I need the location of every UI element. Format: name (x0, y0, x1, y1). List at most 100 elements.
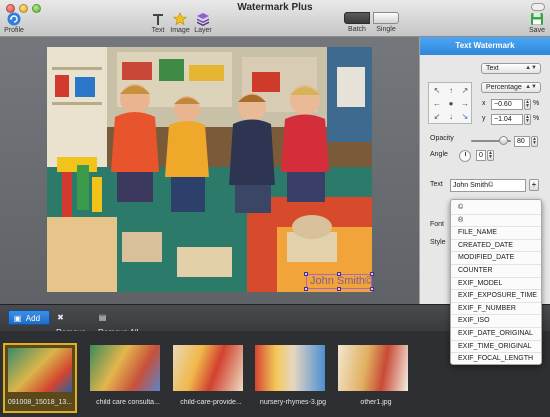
layers-icon (197, 13, 209, 26)
watermark-type-popup[interactable]: Text ▲▼ (481, 63, 541, 74)
save-button[interactable]: Save (528, 12, 546, 34)
thumbnail-item[interactable]: child care consulta... (90, 345, 160, 411)
menu-item-counter[interactable]: COUNTER (451, 265, 541, 278)
y-offset-field[interactable]: −1.04 (491, 114, 523, 125)
batch-mode-button[interactable]: Batch (342, 12, 372, 33)
menu-item-modified-date[interactable]: MODIFIED_DATE (451, 252, 541, 265)
camera-icon: ▣ (13, 314, 22, 323)
x-offset-field[interactable]: −0.60 (491, 99, 523, 110)
thumbnail-item[interactable]: 091008_15018_13... (3, 343, 77, 413)
canvas-area: John Smith© (0, 37, 419, 304)
font-label: Font (430, 221, 445, 228)
popup-arrows-icon: ▲▼ (525, 65, 537, 71)
thumbnail-image (90, 345, 160, 391)
thumbnail-image (255, 345, 325, 391)
opacity-field[interactable]: 80 (514, 136, 530, 147)
angle-stepper[interactable]: ▲ ▼ (487, 150, 494, 161)
window-title: Watermark Plus (237, 2, 313, 13)
image-label: Image (170, 27, 190, 34)
watermark-text-field[interactable]: John Smith© (450, 179, 526, 192)
y-unit: % (533, 115, 540, 122)
thumbnail-label: child care consulta... (96, 399, 160, 406)
thumbnail-item[interactable]: other1.jpg (338, 345, 408, 411)
position-top-right[interactable]: ↗ (459, 85, 471, 97)
opacity-slider[interactable] (471, 136, 511, 145)
thumbnail-label: other1.jpg (360, 399, 392, 406)
menu-item-exif-time-original[interactable]: EXIF_TIME_ORIGINAL (451, 341, 541, 354)
position-right[interactable]: → (459, 98, 471, 110)
save-icon (531, 13, 543, 25)
thumbnail-image (173, 345, 243, 391)
watermark-selection[interactable]: John Smith© (304, 272, 374, 291)
single-label: Single (376, 26, 396, 33)
add-button[interactable]: ▣ Add (8, 310, 50, 325)
thumbnail-label: nursery-rhymes-3.jpg (259, 399, 327, 406)
position-bottom[interactable]: ↓ (445, 111, 457, 123)
image-watermark-button[interactable]: Image (170, 12, 190, 34)
text-label: Text (430, 181, 443, 188)
text-label: Text (151, 27, 165, 34)
resize-handle[interactable] (337, 287, 341, 291)
opacity-slider-knob[interactable] (498, 136, 508, 145)
position-center[interactable]: ● (445, 98, 457, 110)
position-bottom-left[interactable]: ↙ (431, 111, 443, 123)
angle-label: Angle (430, 151, 448, 158)
app-window: Watermark Plus Profile Text Image Layer … (0, 0, 550, 417)
position-left[interactable]: ← (431, 98, 443, 110)
single-mode-button[interactable]: Single (371, 12, 401, 33)
profile-button[interactable]: Profile (3, 12, 25, 34)
popup-arrows-icon: ▲▼ (525, 84, 537, 90)
menu-item-exif-f-number[interactable]: EXIF_F_NUMBER (451, 303, 541, 316)
refresh-icon (7, 12, 21, 26)
preview-photo (47, 47, 372, 292)
insert-symbol-button[interactable]: + (529, 179, 539, 191)
resize-handle[interactable] (304, 287, 308, 291)
layer-button[interactable]: Layer (193, 12, 213, 34)
menu-item-exif-date-original[interactable]: EXIF_DATE_ORIGINAL (451, 328, 541, 341)
remove-all-button[interactable]: ▤ Remove All (94, 310, 144, 337)
x-label: x (482, 100, 486, 107)
position-unit-popup[interactable]: Percentage ▲▼ (481, 82, 541, 93)
menu-item-exif-exposure-time[interactable]: EXIF_EXPOSURE_TIME (451, 290, 541, 303)
angle-field[interactable]: 0 (476, 150, 486, 161)
menu-item-exif-model[interactable]: EXIF_MODEL (451, 278, 541, 291)
layer-label: Layer (194, 27, 212, 34)
thumbnail-label: 091008_15018_13... (7, 399, 73, 406)
opacity-label: Opacity (430, 135, 454, 142)
menu-item-exif-iso[interactable]: EXIF_ISO (451, 315, 541, 328)
insert-symbol-menu: © ® FILE_NAME CREATED_DATE MODIFIED_DATE… (450, 199, 542, 365)
x-icon: ✖ (57, 313, 64, 322)
x-offset-stepper[interactable]: ▲ ▼ (524, 99, 531, 110)
position-bottom-right[interactable]: ↘ (459, 111, 471, 123)
text-watermark-button[interactable]: Text (150, 12, 166, 34)
resize-handle[interactable] (337, 272, 341, 276)
batch-label: Batch (348, 26, 366, 33)
menu-item-registered[interactable]: ® (451, 215, 541, 228)
position-top[interactable]: ↑ (445, 85, 457, 97)
position-top-left[interactable]: ↖ (431, 85, 443, 97)
thumbnail-image (338, 345, 408, 391)
y-offset-stepper[interactable]: ▲ ▼ (524, 114, 531, 125)
toolbar-toggle-button[interactable] (531, 3, 545, 11)
menu-item-created-date[interactable]: CREATED_DATE (451, 240, 541, 253)
position-grid[interactable]: ↖ ↑ ↗ ← ● → ↙ ↓ ↘ (428, 82, 472, 124)
resize-handle[interactable] (370, 287, 374, 291)
resize-handle[interactable] (304, 272, 308, 276)
thumbnail-label: child-care-provide... (180, 399, 242, 406)
x-unit: % (533, 100, 540, 107)
toolbar: Watermark Plus Profile Text Image Layer … (0, 0, 550, 37)
thumbnail-image (8, 348, 72, 392)
angle-dial[interactable] (459, 150, 471, 162)
resize-handle[interactable] (370, 272, 374, 276)
save-label: Save (529, 27, 545, 34)
add-label: Add (25, 314, 41, 323)
thumbnail-item[interactable]: nursery-rhymes-3.jpg (255, 345, 326, 411)
trash-icon: ▤ (98, 313, 107, 322)
thumbnail-item[interactable]: child-care-provide... (173, 345, 243, 411)
watermark-type-value: Text (486, 65, 499, 72)
menu-item-file-name[interactable]: FILE_NAME (451, 227, 541, 240)
menu-item-copyright[interactable]: © (451, 202, 541, 215)
remove-button[interactable]: ✖ Remove (52, 310, 92, 337)
menu-item-exif-focal-length[interactable]: EXIF_FOCAL_LENGTH (451, 353, 541, 366)
opacity-stepper[interactable]: ▲ ▼ (531, 136, 538, 147)
